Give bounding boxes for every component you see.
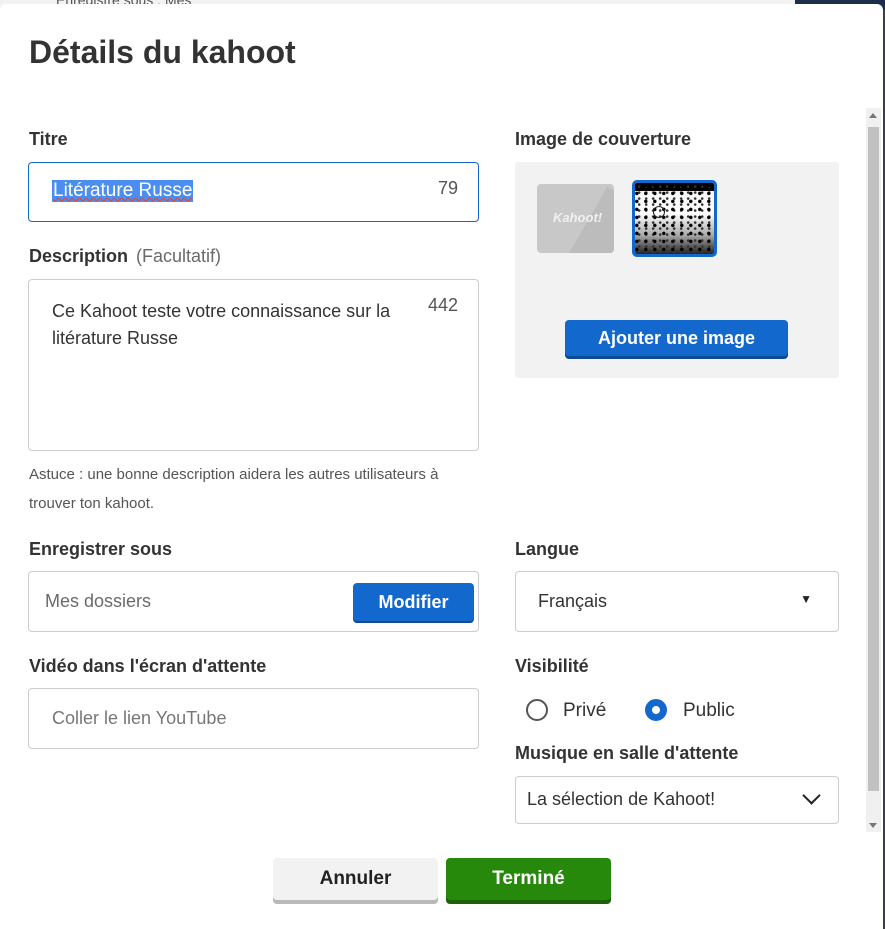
radio-public[interactable] xyxy=(645,699,667,721)
lobby-music-label: Musique en salle d'attente xyxy=(515,743,739,763)
lobby-music-select[interactable]: La sélection de Kahoot! xyxy=(515,776,839,824)
language-value: Français xyxy=(538,591,608,611)
video-label: Vidéo dans l'écran d'attente xyxy=(29,656,267,676)
kahoot-logo: Kahoot! xyxy=(553,210,603,225)
save-location-label: Enregistrer sous xyxy=(29,539,173,559)
kahoot-details-dialog: Détails du kahoot Titre Litérature Russe… xyxy=(0,4,883,929)
description-label-text: Description xyxy=(29,246,129,266)
video-field xyxy=(28,688,479,749)
modify-location-button[interactable]: Modifier xyxy=(353,583,474,621)
add-image-button[interactable]: Ajouter une image xyxy=(565,320,788,356)
visibility-label: Visibilité xyxy=(515,656,589,676)
language-label: Langue xyxy=(515,539,580,559)
description-textarea[interactable]: Ce Kahoot teste votre connaissance sur l… xyxy=(28,279,479,451)
scroll-down-arrow-icon[interactable] xyxy=(869,823,877,828)
dialog-title: Détails du kahoot xyxy=(29,34,296,70)
description-char-counter: 442 xyxy=(427,295,458,315)
title-char-counter: 79 xyxy=(437,178,458,198)
scroll-up-arrow-icon[interactable] xyxy=(869,113,877,118)
title-value: Litérature Russe xyxy=(52,180,194,202)
title-label: Titre xyxy=(29,129,68,149)
radio-public-label[interactable]: Public xyxy=(683,700,735,722)
youtube-link-input[interactable] xyxy=(30,690,472,747)
done-button[interactable]: Terminé xyxy=(446,858,611,900)
cover-image-label: Image de couverture xyxy=(515,129,692,149)
lobby-music-value: La sélection de Kahoot! xyxy=(527,789,716,809)
radio-private-label[interactable]: Privé xyxy=(563,700,606,722)
title-input[interactable]: Litérature Russe 79 xyxy=(28,162,479,222)
optional-tag: (Facultatif) xyxy=(136,246,222,266)
scrollbar[interactable] xyxy=(866,108,881,832)
selected-cover-thumbnail[interactable] xyxy=(632,180,717,257)
radio-private[interactable] xyxy=(526,699,548,721)
description-hint: Astuce : une bonne description aidera le… xyxy=(29,466,439,512)
description-label: Description (Facultatif) xyxy=(29,246,221,267)
scrollbar-thumb[interactable] xyxy=(868,127,879,791)
language-select[interactable]: Français ▼ xyxy=(515,571,839,632)
cover-image xyxy=(635,183,714,254)
description-value: Ce Kahoot teste votre connaissance sur l… xyxy=(52,301,391,348)
cancel-button[interactable]: Annuler xyxy=(273,858,438,900)
caret-down-icon: ▼ xyxy=(800,592,812,606)
save-location-value: Mes dossiers xyxy=(45,591,152,611)
default-cover-thumbnail[interactable]: Kahoot! xyxy=(537,184,614,253)
chevron-down-icon xyxy=(802,786,821,805)
